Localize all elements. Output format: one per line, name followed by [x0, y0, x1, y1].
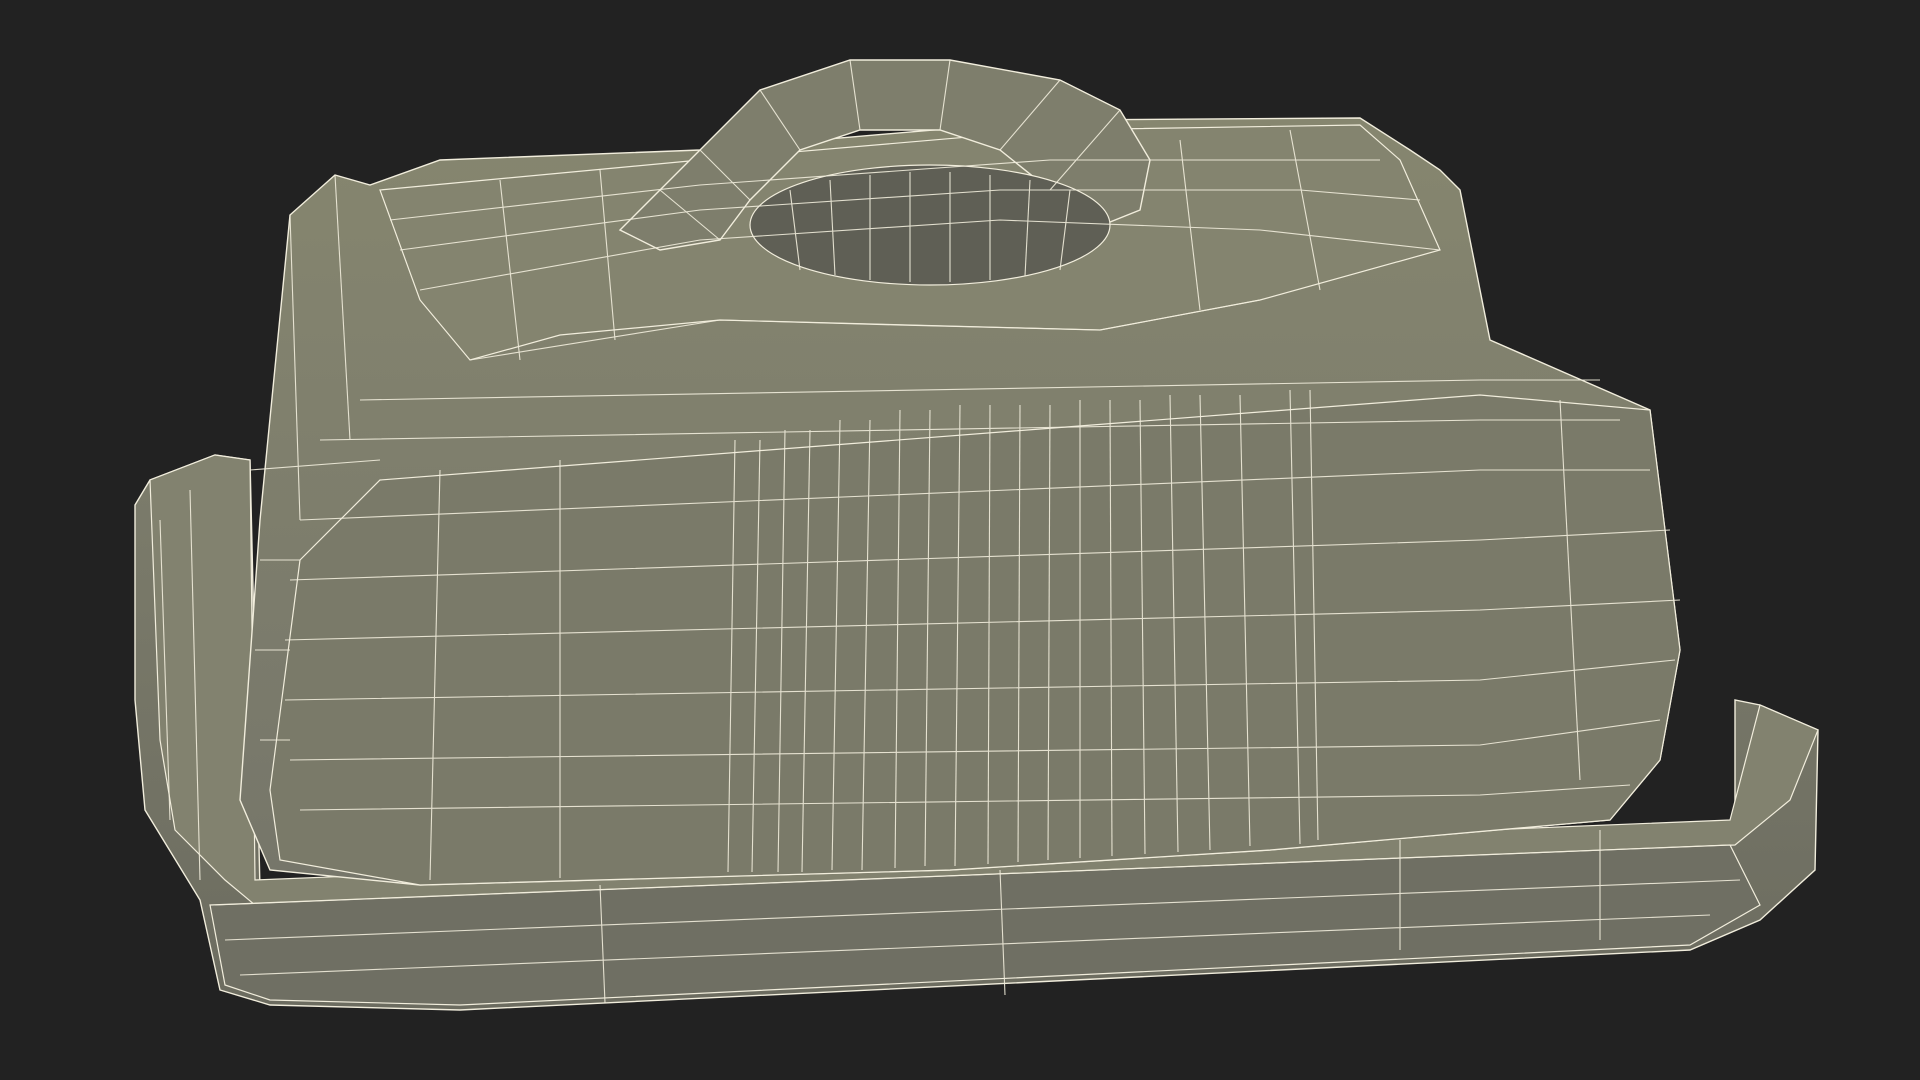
- render-viewport: [0, 0, 1920, 1080]
- butter-dish-render: [134, 59, 1819, 1011]
